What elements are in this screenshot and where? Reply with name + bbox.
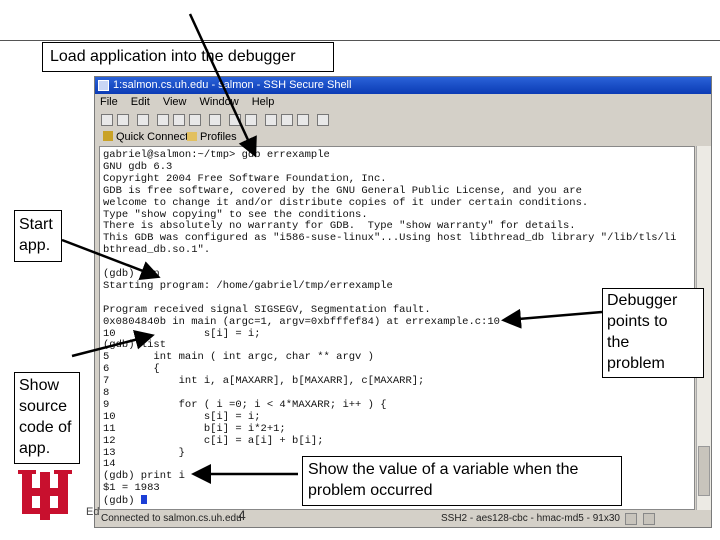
help-icon[interactable] bbox=[317, 114, 329, 126]
callout-debugger-points: Debugger points to the problem bbox=[602, 288, 704, 378]
uh-logo bbox=[18, 470, 72, 520]
callout-print-variable: Show the value of a variable when the pr… bbox=[302, 456, 622, 506]
terminal-line: 7 int i, a[MAXARR], b[MAXARR], c[MAXARR]… bbox=[103, 375, 425, 388]
terminal-line: Copyright 2004 Free Software Foundation,… bbox=[103, 172, 387, 185]
profiles-label: Profiles bbox=[200, 131, 237, 143]
terminal-line: 5 int main ( int argc, char ** argv ) bbox=[103, 351, 374, 364]
quick-connect-bar: Quick Connect Profiles bbox=[95, 129, 711, 145]
menu-view[interactable]: View bbox=[158, 94, 192, 111]
find-text-icon[interactable] bbox=[209, 114, 221, 126]
toolbar bbox=[95, 111, 711, 129]
terminal-line: 6 { bbox=[103, 363, 160, 376]
terminal-line: 10 s[i] = i; bbox=[103, 327, 261, 340]
callout-line: app. bbox=[19, 237, 51, 254]
keygen-icon[interactable] bbox=[297, 114, 309, 126]
window-titlebar[interactable]: 1:salmon.cs.uh.edu - salmon - SSH Secure… bbox=[95, 77, 711, 94]
resize-grip-icon bbox=[643, 513, 655, 525]
key-icon[interactable] bbox=[281, 114, 293, 126]
terminal-line: $1 = 1983 bbox=[103, 482, 160, 495]
callout-line: Debugger bbox=[607, 292, 678, 309]
scrollbar-thumb[interactable] bbox=[698, 446, 710, 496]
callout-start-app: Start app. bbox=[14, 210, 62, 262]
terminal-line: welcome to change it and/or distribute c… bbox=[103, 196, 589, 209]
callout-show-source: Show source code of app. bbox=[14, 372, 80, 464]
copy-icon[interactable] bbox=[173, 114, 185, 126]
new-terminal-icon[interactable] bbox=[229, 114, 241, 126]
connection-status: Connected to salmon.cs.uh.edu bbox=[101, 513, 242, 524]
file-transfer-icon[interactable] bbox=[245, 114, 257, 126]
callout-line: Show the value of a variable when the bbox=[308, 461, 579, 478]
terminal-line: bthread_db.so.1". bbox=[103, 244, 211, 257]
terminal-cursor bbox=[140, 495, 147, 505]
callout-line: code of bbox=[19, 419, 72, 436]
terminal-line: 12 c[i] = a[i] + b[i]; bbox=[103, 434, 324, 447]
app-icon bbox=[98, 80, 109, 91]
terminal-line: 0x0804840b in main (argc=1, argv=0xbfffe… bbox=[103, 315, 500, 328]
profiles-button[interactable]: Profiles bbox=[187, 129, 237, 145]
terminal-line: 10 s[i] = i; bbox=[103, 410, 261, 423]
settings-icon[interactable] bbox=[265, 114, 277, 126]
terminal-line: (gdb) bbox=[103, 495, 147, 507]
callout-line: Start bbox=[19, 216, 53, 233]
terminal-line: (gdb) run bbox=[103, 268, 160, 280]
menu-bar: File Edit View Window Help bbox=[95, 94, 711, 111]
terminal-line: 13 } bbox=[103, 446, 185, 459]
page-number: 4 bbox=[238, 507, 246, 523]
callout-line: points to bbox=[607, 313, 668, 330]
quick-connect-label: Quick Connect bbox=[116, 131, 189, 143]
quick-connect-icon bbox=[103, 131, 113, 141]
terminal-line: (gdb) print i bbox=[103, 470, 185, 483]
callout-load-debugger: Load application into the debugger bbox=[42, 42, 334, 72]
lock-icon bbox=[625, 513, 637, 525]
terminal-line: 14 bbox=[103, 458, 116, 471]
terminal-line: Type "show copying" to see the condition… bbox=[103, 208, 368, 221]
terminal-line: GDB is free software, covered by the GNU… bbox=[103, 184, 582, 197]
menu-file[interactable]: File bbox=[95, 94, 123, 111]
callout-line: app. bbox=[19, 440, 51, 457]
folder-icon bbox=[187, 132, 197, 141]
terminal-line: 9 for ( i =0; i < 4*MAXARR; i++ ) { bbox=[103, 398, 387, 411]
terminal-line: 8 bbox=[103, 387, 110, 399]
callout-line: the bbox=[607, 334, 630, 351]
footer-text: Ed bbox=[86, 506, 100, 518]
cut-icon[interactable] bbox=[157, 114, 169, 126]
callout-line: source bbox=[19, 398, 68, 415]
find-icon[interactable] bbox=[137, 114, 149, 126]
terminal-line: Starting program: /home/gabriel/tmp/erre… bbox=[103, 279, 393, 292]
callout-line: problem bbox=[607, 355, 665, 372]
terminal-line: Program received signal SIGSEGV, Segment… bbox=[103, 303, 431, 316]
terminal-line: 11 b[i] = i*2+1; bbox=[103, 422, 286, 435]
menu-help[interactable]: Help bbox=[247, 94, 280, 111]
menu-window[interactable]: Window bbox=[195, 94, 244, 111]
callout-line: problem occurred bbox=[308, 482, 433, 499]
callout-line: Show bbox=[19, 377, 60, 394]
terminal-line: gabriel@salmon:~/tmp> gdb errexample bbox=[103, 149, 330, 161]
terminal-line: This GDB was configured as "i586-suse-li… bbox=[103, 232, 677, 245]
window-title: 1:salmon.cs.uh.edu - salmon - SSH Secure… bbox=[113, 79, 352, 91]
terminal-line: (gdb) list bbox=[103, 339, 167, 352]
terminal-line: GNU gdb 6.3 bbox=[103, 160, 173, 173]
print-icon[interactable] bbox=[117, 114, 129, 126]
header-rule bbox=[0, 40, 720, 41]
status-bar: Connected to salmon.cs.uh.edu SSH2 - aes… bbox=[95, 511, 711, 527]
save-icon[interactable] bbox=[101, 114, 113, 126]
quick-connect-button[interactable]: Quick Connect bbox=[103, 129, 188, 145]
paste-icon[interactable] bbox=[189, 114, 201, 126]
session-info: SSH2 - aes128-cbc - hmac-md5 - 91x30 bbox=[441, 513, 620, 524]
menu-edit[interactable]: Edit bbox=[126, 94, 155, 111]
terminal-line: There is absolutely no warranty for GDB.… bbox=[103, 220, 576, 233]
